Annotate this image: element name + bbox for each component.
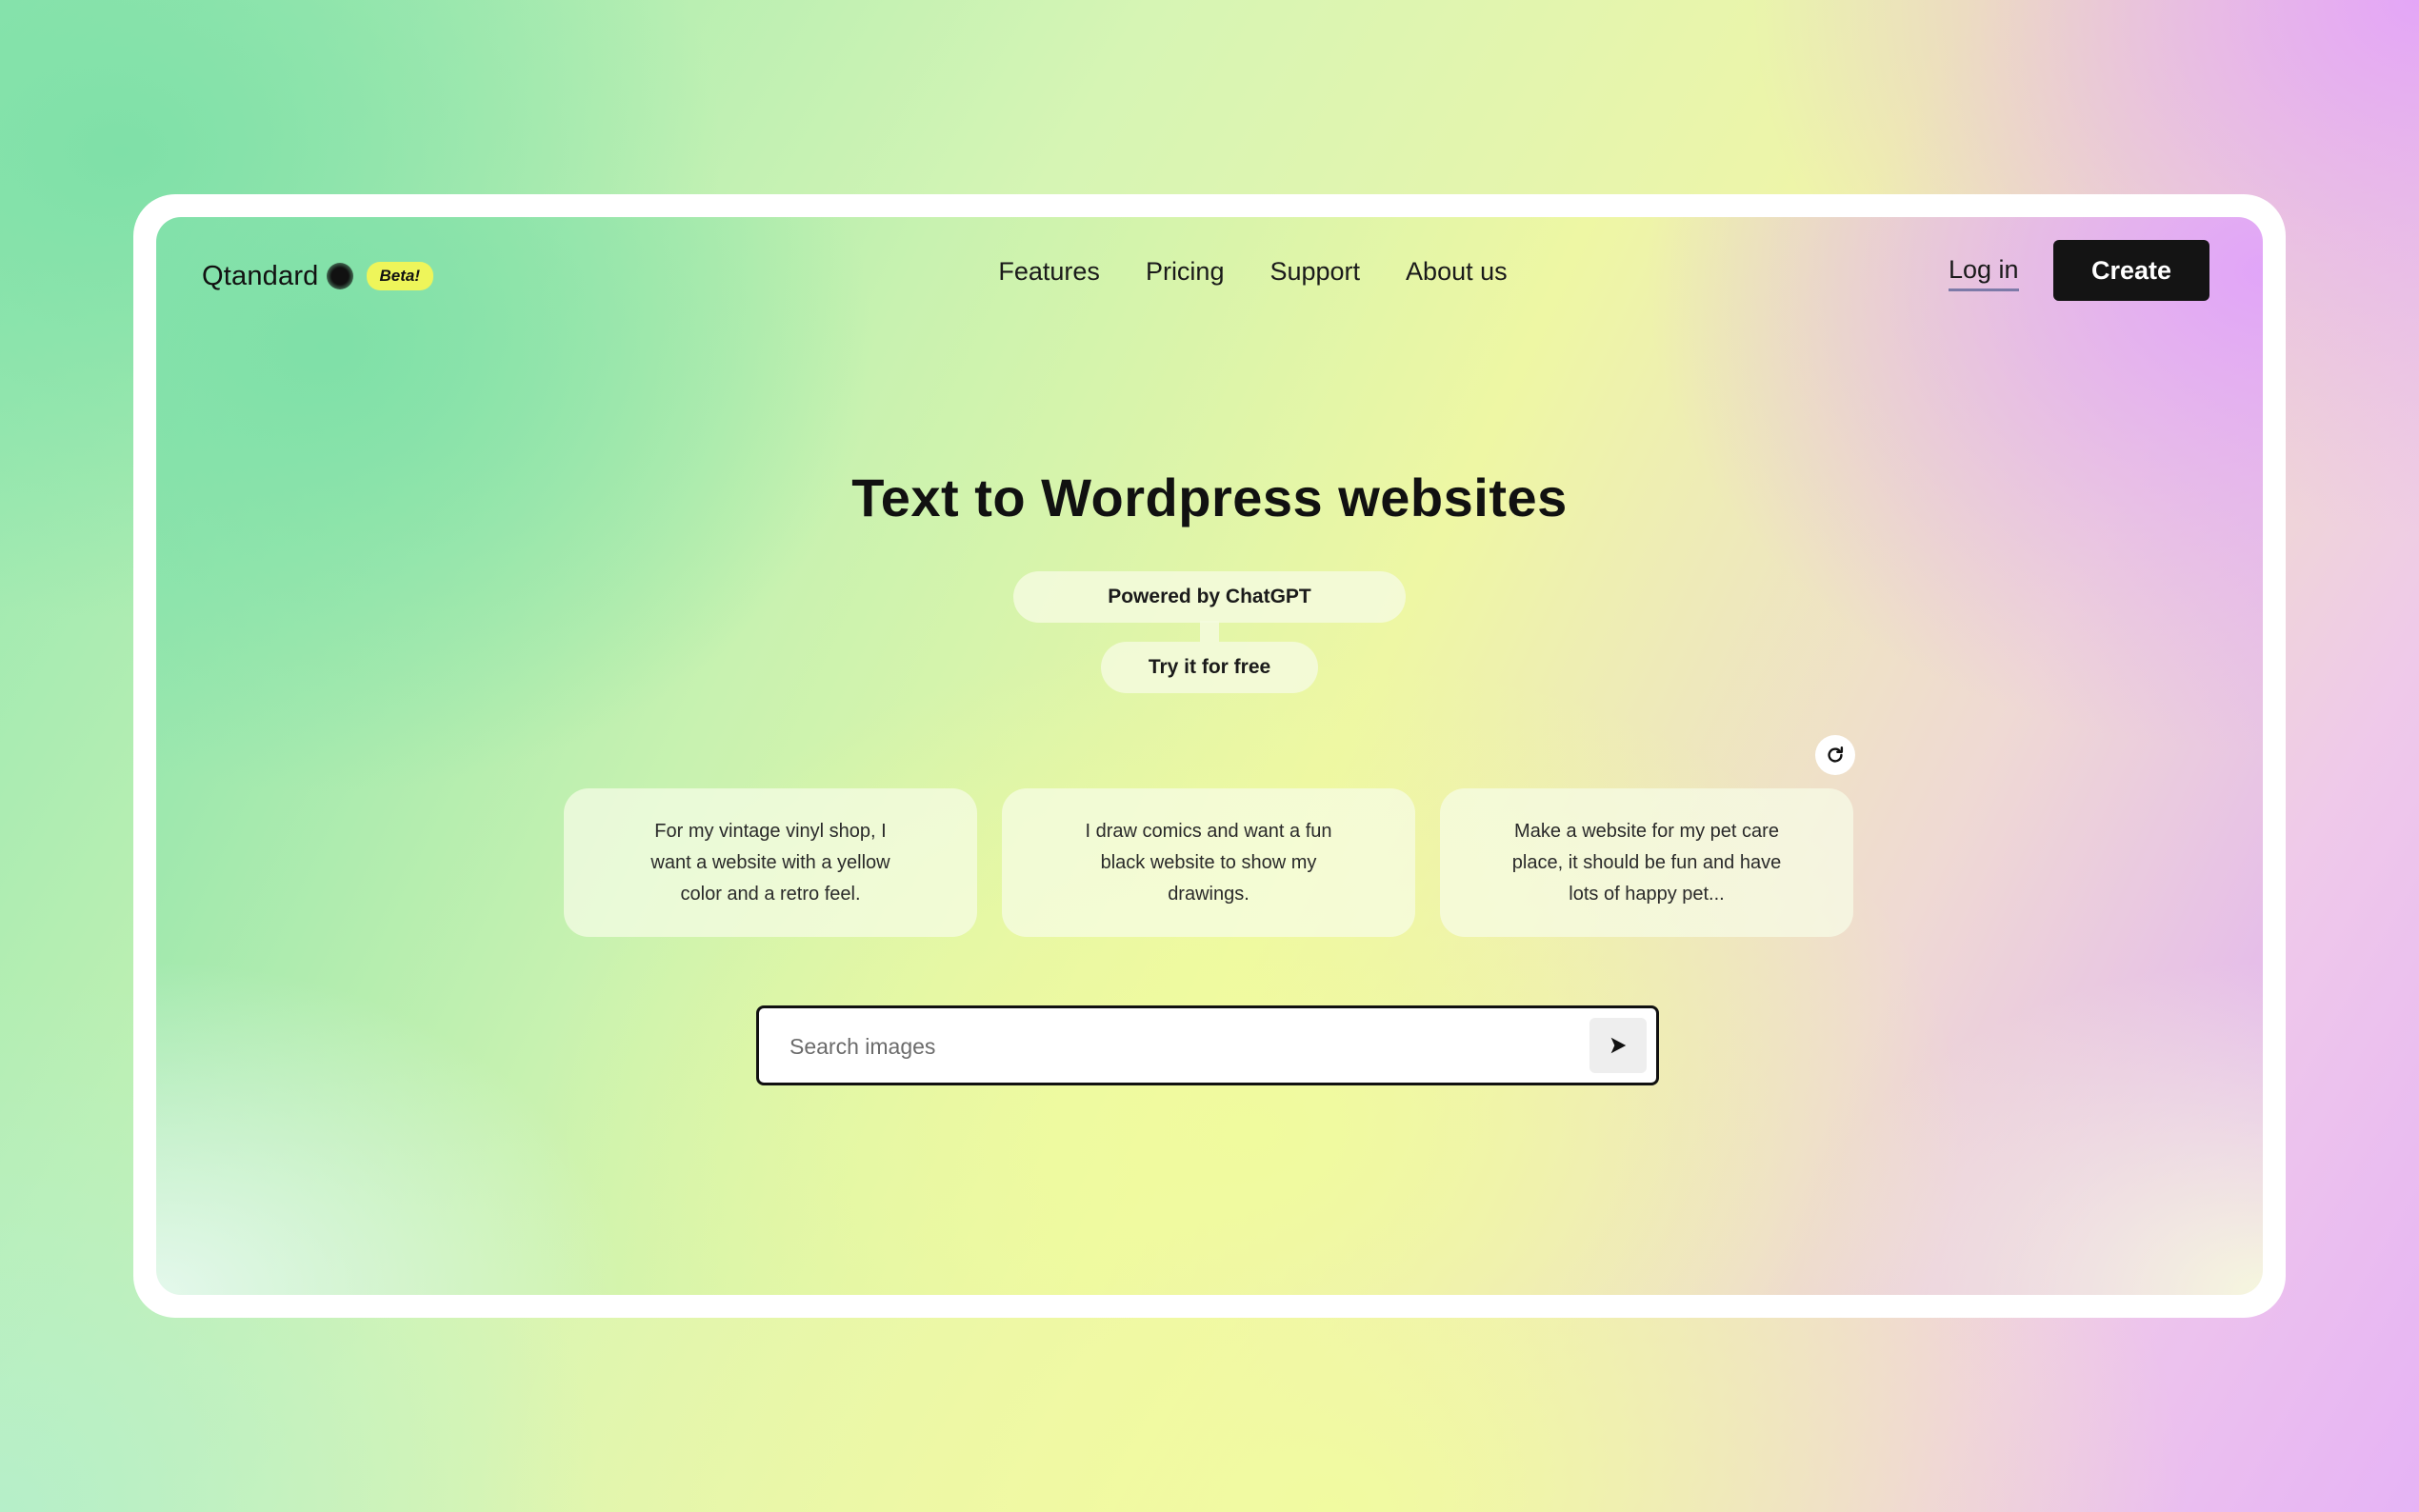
suggestion-text: For my vintage vinyl shop, I want a webs…: [650, 820, 890, 905]
brand-logo[interactable]: Qtandard Beta!: [202, 255, 434, 297]
suggestion-card[interactable]: I draw comics and want a fun black websi…: [1002, 788, 1415, 937]
suggestion-card[interactable]: For my vintage vinyl shop, I want a webs…: [564, 788, 977, 937]
search-bar: [756, 1005, 1659, 1085]
brand-dot-icon: [326, 263, 353, 289]
nav-support[interactable]: Support: [1269, 257, 1360, 287]
brand-name: Qtandard: [202, 260, 319, 291]
send-arrow-icon: [1610, 1037, 1627, 1054]
suggestion-card[interactable]: Make a website for my pet care place, it…: [1440, 788, 1853, 937]
page-canvas: Qtandard Beta! Features Pricing Support …: [156, 217, 2263, 1295]
nav-pricing[interactable]: Pricing: [1146, 257, 1225, 287]
main-nav: Features Pricing Support About us: [156, 257, 2263, 287]
beta-badge: Beta!: [366, 262, 434, 290]
pill-connector: [1200, 621, 1219, 642]
suggestion-text: I draw comics and want a fun black websi…: [1085, 820, 1332, 905]
refresh-icon: [1828, 746, 1844, 763]
try-free-button[interactable]: Try it for free: [1101, 642, 1318, 693]
suggestion-text: Make a website for my pet care place, it…: [1511, 820, 1782, 905]
search-submit-button[interactable]: [1589, 1018, 1647, 1073]
nav-about-us[interactable]: About us: [1406, 257, 1508, 287]
create-button[interactable]: Create: [2053, 240, 2209, 301]
nav-features[interactable]: Features: [998, 257, 1100, 287]
login-link[interactable]: Log in: [1949, 255, 2019, 291]
search-input[interactable]: [788, 1008, 1572, 1084]
page-title: Text to Wordpress websites: [851, 468, 1568, 527]
powered-by-badge: Powered by ChatGPT: [1013, 571, 1406, 623]
refresh-suggestions-button[interactable]: [1815, 735, 1855, 775]
